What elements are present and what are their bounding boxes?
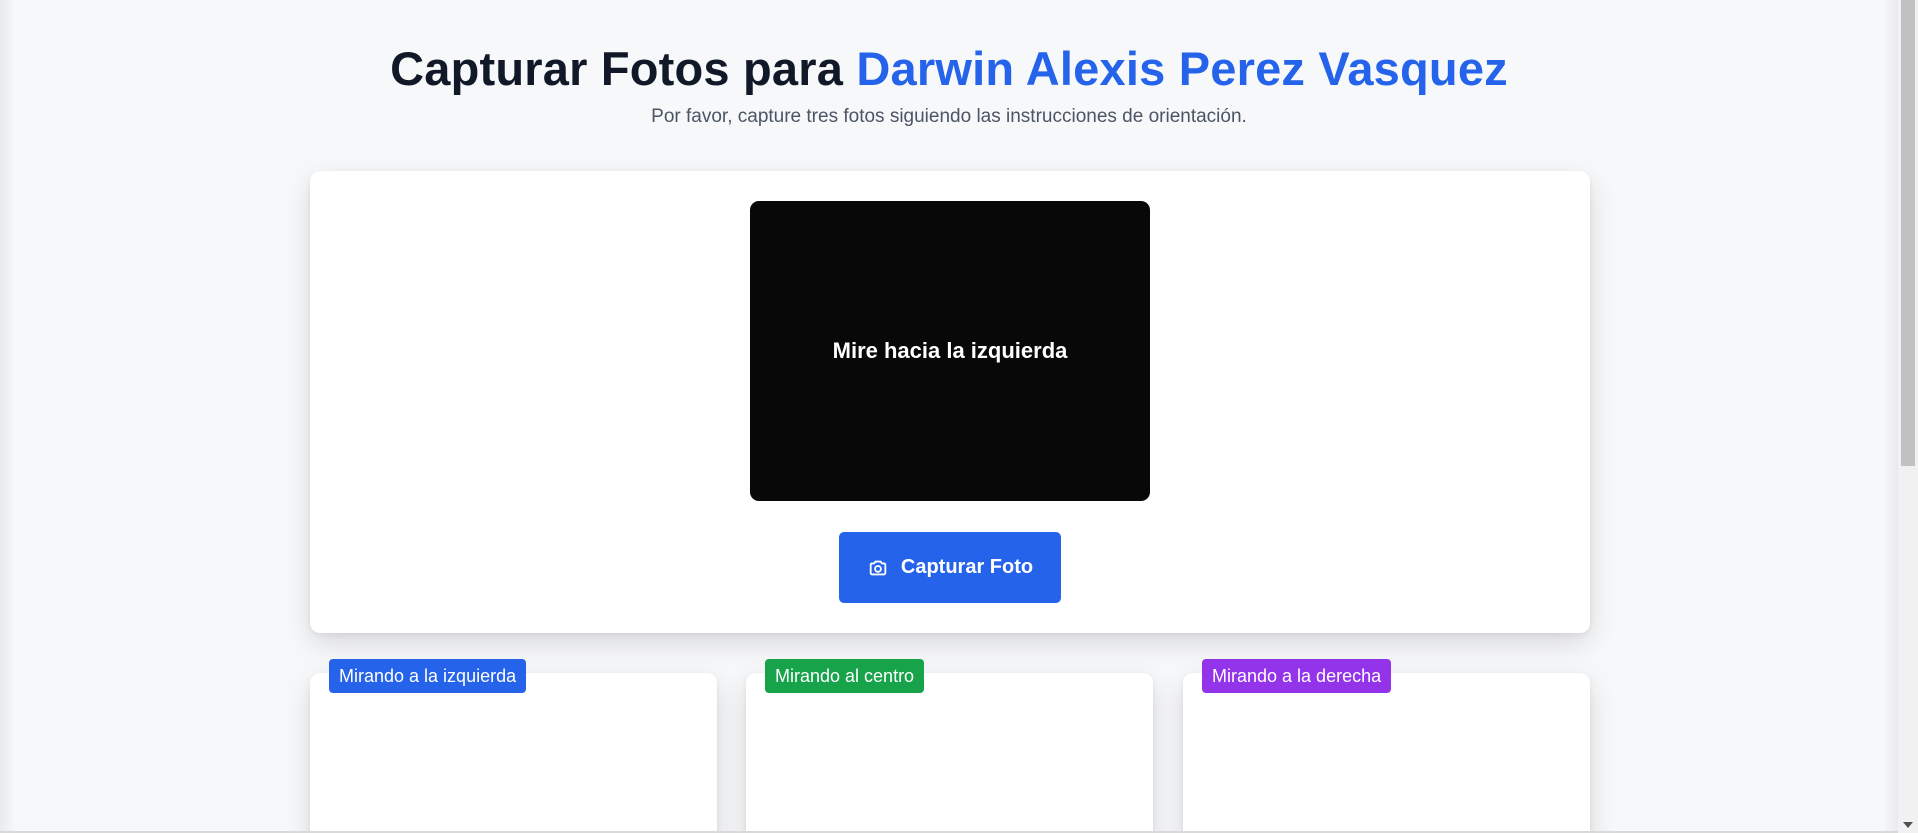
- photo-slot-center: Mirando al centro: [746, 659, 1153, 833]
- camera-icon: [869, 560, 887, 575]
- photo-slot-right-label: Mirando a la derecha: [1202, 659, 1392, 693]
- photo-slot-center-label: Mirando al centro: [765, 659, 925, 693]
- page-title: Capturar Fotos para Darwin Alexis Perez …: [0, 40, 1898, 98]
- capture-photo-button[interactable]: Capturar Foto: [839, 532, 1061, 603]
- page-viewport: Capturar Fotos para Darwin Alexis Perez …: [0, 0, 1898, 833]
- page-header: Capturar Fotos para Darwin Alexis Perez …: [0, 40, 1898, 130]
- photo-slot-left: Mirando a la izquierda: [310, 659, 717, 833]
- capture-photo-label: Capturar Foto: [900, 556, 1034, 578]
- capture-card: Mire hacia la izquierda Capturar Foto: [310, 171, 1590, 633]
- photo-slot-right: Mirando a la derecha: [1183, 659, 1590, 833]
- scrollbar-thumb[interactable]: [1901, 0, 1915, 466]
- person-name: Darwin Alexis Perez Vasquez: [856, 42, 1508, 95]
- vertical-scrollbar[interactable]: [1898, 0, 1918, 833]
- page-subtitle: Por favor, capture tres fotos siguiendo …: [651, 106, 1247, 127]
- title-prefix: Capturar Fotos para: [390, 42, 857, 95]
- scroll-down-arrow-icon[interactable]: [1903, 822, 1913, 828]
- orientation-instruction: Mire hacia la izquierda: [832, 338, 1068, 363]
- photo-slot-left-label: Mirando a la izquierda: [329, 659, 527, 693]
- camera-preview: Mire hacia la izquierda: [750, 201, 1150, 501]
